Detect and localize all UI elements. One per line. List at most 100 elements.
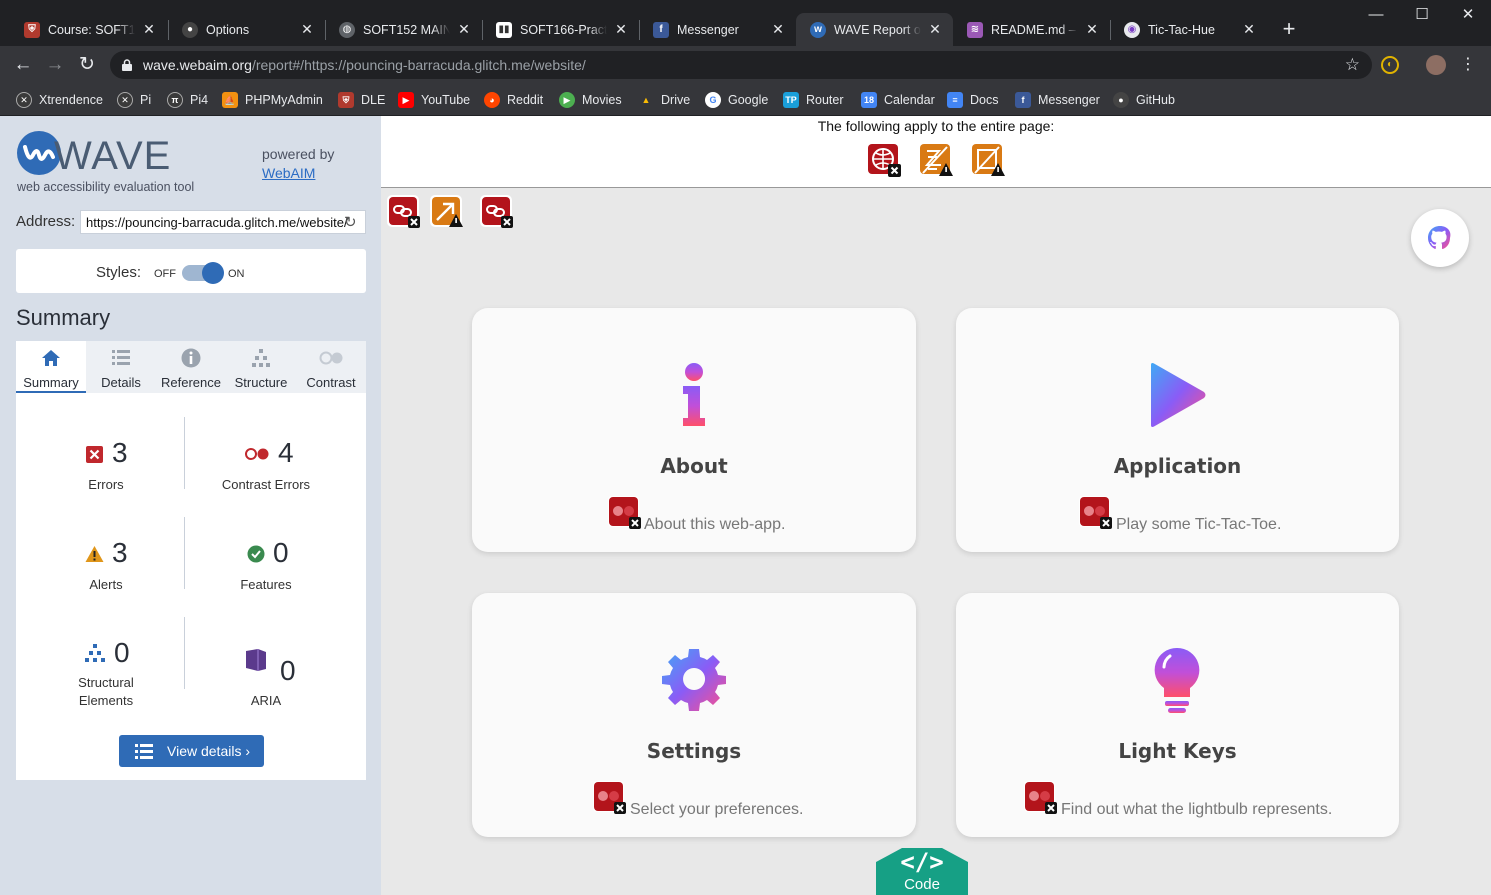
youtube-icon: ▶ [398,92,414,108]
language-missing-error-icon[interactable] [867,143,901,177]
forward-arrow-icon[interactable]: → [42,52,68,78]
close-tab-icon[interactable]: ✕ [1084,21,1100,38]
bookmark-item[interactable]: ◕ Reddit [484,91,543,109]
browser-tab[interactable]: ▮▮ SOFT166-Practice ✕ [482,13,639,46]
close-window-button[interactable]: ✕ [1445,0,1491,30]
github-button[interactable] [1411,209,1469,267]
bookmark-item[interactable]: ✕ Pi [117,91,151,109]
bookmark-item[interactable]: ▶ YouTube [398,91,470,109]
university-crest-icon: ⛨ [338,92,354,108]
close-tab-icon[interactable]: ✕ [299,21,315,38]
browser-toolbar: ← → ↻ wave.webaim.org/report#/https://po… [0,46,1491,84]
empty-link-error-icon[interactable] [386,194,420,228]
entire-page-bar: The following apply to the entire page: [381,116,1491,188]
features-count: 0 [273,537,289,568]
wave-tagline: web accessibility evaluation tool [17,180,195,194]
new-tab-button[interactable]: + [1277,18,1301,42]
webaim-link[interactable]: WebAIM [262,165,315,181]
extension-icon[interactable]: ◐ [1381,56,1399,74]
phpmyadmin-icon: ⛵ [222,92,238,108]
address-bar[interactable]: wave.webaim.org/report#/https://pouncing… [110,51,1372,79]
summary-panel: 3 Errors 4 Contrast Errors 3 Alerts 0 Fe… [16,393,366,780]
card-light-keys[interactable]: Light Keys Find out what the lightbulb r… [956,593,1399,837]
no-heading-alert-icon[interactable] [971,143,1005,177]
close-tab-icon[interactable]: ✕ [770,21,786,38]
card-title: Application [1113,454,1242,478]
browser-tab[interactable]: ◉ Tic-Tac-Hue ✕ [1110,13,1267,46]
browser-tab[interactable]: ≋ README.md – po ✕ [953,13,1110,46]
card-about[interactable]: About About this web-app. [472,308,916,552]
close-tab-icon[interactable]: ✕ [456,21,472,38]
avatar[interactable] [1426,55,1446,75]
address-label: Address: [16,213,76,230]
bookmark-item[interactable]: f Messenger [1015,91,1100,109]
errors-count: 3 [112,437,128,468]
address-input[interactable]: https://pouncing-barracuda.glitch.me/web… [80,210,366,234]
styles-toggle[interactable] [182,262,224,284]
reload-icon[interactable]: ↻ [74,52,100,78]
browser-tab-strip: ⛨ Course: SOFT166 ✕ ● Options ✕ ◍ SOFT15… [0,0,1491,46]
browser-tab[interactable]: ⛨ Course: SOFT166 ✕ [10,13,167,46]
card-title: About [660,454,728,478]
tab-reference[interactable]: Reference [156,341,226,393]
evaluated-page: The following apply to the entire page: … [381,116,1491,895]
tab-summary[interactable]: Summary [16,341,86,393]
card-description: Find out what the lightbulb represents. [1061,801,1333,818]
tab-contrast[interactable]: Contrast [296,341,366,393]
bookmarks-bar: ✕ Xtrendence ✕ Pi π Pi4 ⛵ PHPMyAdmin ⛨ DLE ▶ Y… [0,84,1491,116]
bookmark-item[interactable]: ⛵ PHPMyAdmin [222,91,323,109]
close-tab-icon[interactable]: ✕ [927,21,943,38]
stack-icon: ≋ [967,21,983,38]
card-settings[interactable]: Settings Select your preferences. [472,593,916,837]
docs-icon: ≡ [947,92,963,108]
bookmark-item[interactable]: ⛨ DLE [338,91,385,109]
close-tab-icon[interactable]: ✕ [141,21,157,38]
drive-icon: ▲ [641,95,651,105]
aria-count: 0 [280,655,296,686]
alert-icon [85,546,104,562]
card-description: About this web-app. [644,516,786,533]
info-gradient-icon [683,363,705,426]
bookmark-item[interactable]: ✕ Xtrendence [16,91,103,109]
styles-label: Styles: [96,264,142,281]
back-arrow-icon[interactable]: ← [10,52,36,78]
bookmark-item[interactable]: G Google [705,91,768,109]
tab-structure[interactable]: Structure [226,341,296,393]
contrast-error-badge-icon[interactable] [1078,495,1112,529]
errors-label: Errors [88,477,124,492]
bookmark-star-icon[interactable]: ☆ [1345,55,1360,75]
pihole-icon: π [167,92,183,108]
bookmark-item[interactable]: ▲ Drive [638,91,691,109]
refresh-icon[interactable]: ↻ [344,213,360,231]
tab-details[interactable]: Details [86,341,156,393]
close-tab-icon[interactable]: ✕ [613,21,629,38]
bookmark-item[interactable]: ● GitHub [1113,91,1175,109]
minimize-button[interactable]: — [1353,0,1399,30]
home-icon [42,350,60,366]
bookmark-item[interactable]: TP Router [783,91,844,109]
maximize-button[interactable]: ☐ [1399,0,1445,30]
bookmark-item[interactable]: π Pi4 [167,91,208,109]
contrast-error-badge-icon[interactable] [1023,780,1057,814]
heading-skipped-alert-icon[interactable] [919,143,953,177]
code-tab-label: Code [904,876,940,893]
browser-tab-active[interactable]: w WAVE Report of T ✕ [796,13,953,46]
redundant-link-alert-icon[interactable] [429,194,463,228]
contrast-error-badge-icon[interactable] [592,780,626,814]
browser-tab[interactable]: ● Options ✕ [168,13,325,46]
bookmark-item[interactable]: 18 Calendar [861,91,935,109]
close-tab-icon[interactable]: ✕ [1241,21,1257,38]
empty-link-error-icon[interactable] [479,194,513,228]
styles-off-label: OFF [154,268,176,280]
bookmark-item[interactable]: ▶ Movies [559,91,622,109]
view-details-button[interactable]: View details › [119,735,264,767]
calendar-icon: 18 [861,92,877,108]
info-icon [181,348,201,368]
list-icon [112,350,130,365]
card-application[interactable]: Application Play some Tic-Tac-Toe. [956,308,1399,552]
browser-tab[interactable]: ◍ SOFT152 MAIN A ✕ [325,13,482,46]
contrast-error-badge-icon[interactable] [607,495,641,529]
bookmark-item[interactable]: ≡ Docs [947,91,998,109]
menu-dots-icon[interactable]: ⋮ [1460,54,1476,76]
browser-tab[interactable]: f Messenger ✕ [639,13,796,46]
